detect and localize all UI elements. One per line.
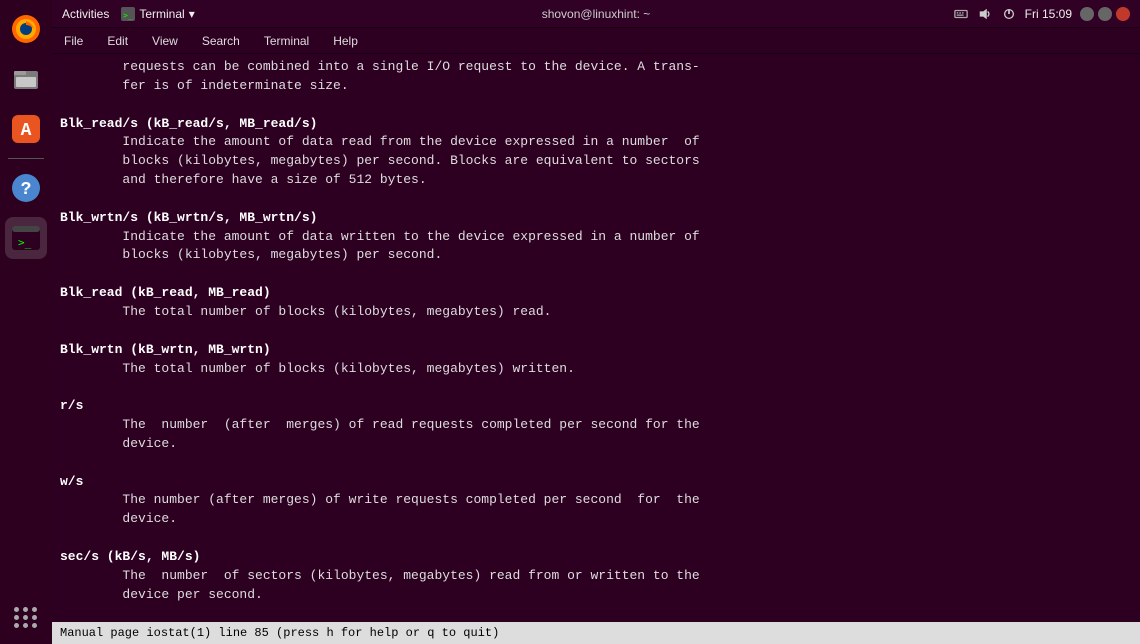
menu-bar: File Edit View Search Terminal Help [52,28,1140,54]
window-controls [1080,7,1130,21]
menu-edit[interactable]: Edit [103,32,132,50]
svg-text:A: A [21,121,32,141]
menu-view[interactable]: View [148,32,182,50]
taskbar-divider [8,158,44,159]
terminal-menu-button[interactable]: >_ Terminal ▾ [121,7,194,21]
app-store-icon[interactable]: A [5,108,47,150]
status-text: Manual page iostat(1) line 85 (press h f… [60,626,499,640]
terminal-label: Terminal [139,7,184,21]
keyboard-icon [953,6,969,22]
svg-text:>_: >_ [18,236,32,249]
taskbar: A ? >_ [0,0,52,644]
volume-icon[interactable] [977,6,993,22]
top-bar-left: Activities >_ Terminal ▾ [62,7,195,21]
menu-help[interactable]: Help [329,32,362,50]
minimize-button[interactable] [1080,7,1094,21]
firefox-icon[interactable] [5,8,47,50]
files-icon[interactable] [5,58,47,100]
window-title: shovon@linuxhint: ~ [542,7,651,21]
main-area: Activities >_ Terminal ▾ shovon@linuxhin… [52,0,1140,644]
terminal-content[interactable]: requests can be combined into a single I… [52,54,1140,622]
help-icon[interactable]: ? [5,167,47,209]
maximize-button[interactable] [1098,7,1112,21]
activities-button[interactable]: Activities [62,7,109,21]
menu-terminal[interactable]: Terminal [260,32,313,50]
menu-file[interactable]: File [60,32,87,50]
terminal-output: requests can be combined into a single I… [60,58,1132,622]
status-bar: Manual page iostat(1) line 85 (press h f… [52,622,1140,644]
svg-text:?: ? [21,180,32,200]
power-icon[interactable] [1001,6,1017,22]
top-bar-right: Fri 15:09 [953,6,1130,22]
top-bar: Activities >_ Terminal ▾ shovon@linuxhin… [52,0,1140,28]
terminal-sidebar-icon[interactable]: >_ [5,217,47,259]
terminal-small-icon: >_ [121,7,135,21]
svg-text:>_: >_ [123,11,133,20]
terminal-dropdown-arrow: ▾ [189,7,195,21]
menu-search[interactable]: Search [198,32,244,50]
time-display: Fri 15:09 [1025,7,1072,21]
close-button[interactable] [1116,7,1130,21]
app-grid-button[interactable] [14,599,38,636]
